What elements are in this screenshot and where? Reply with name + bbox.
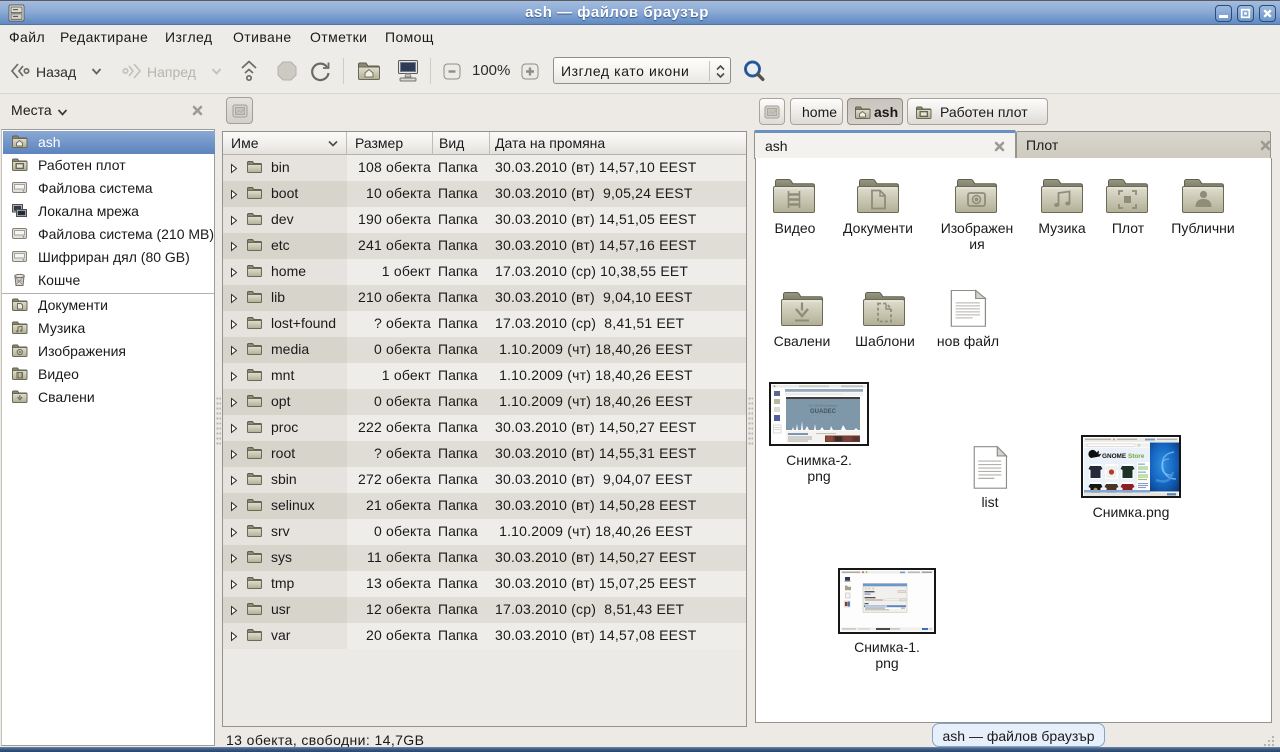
svg-text:GUADEC: GUADEC bbox=[810, 409, 837, 415]
svg-text:Store: Store bbox=[1128, 453, 1145, 460]
svg-text:GNOME: GNOME bbox=[1102, 453, 1127, 460]
svg-text:The GNOME conference: The GNOME conference bbox=[809, 404, 838, 408]
svg-text:July 24-30th, 2010: July 24-30th, 2010 bbox=[812, 416, 834, 420]
